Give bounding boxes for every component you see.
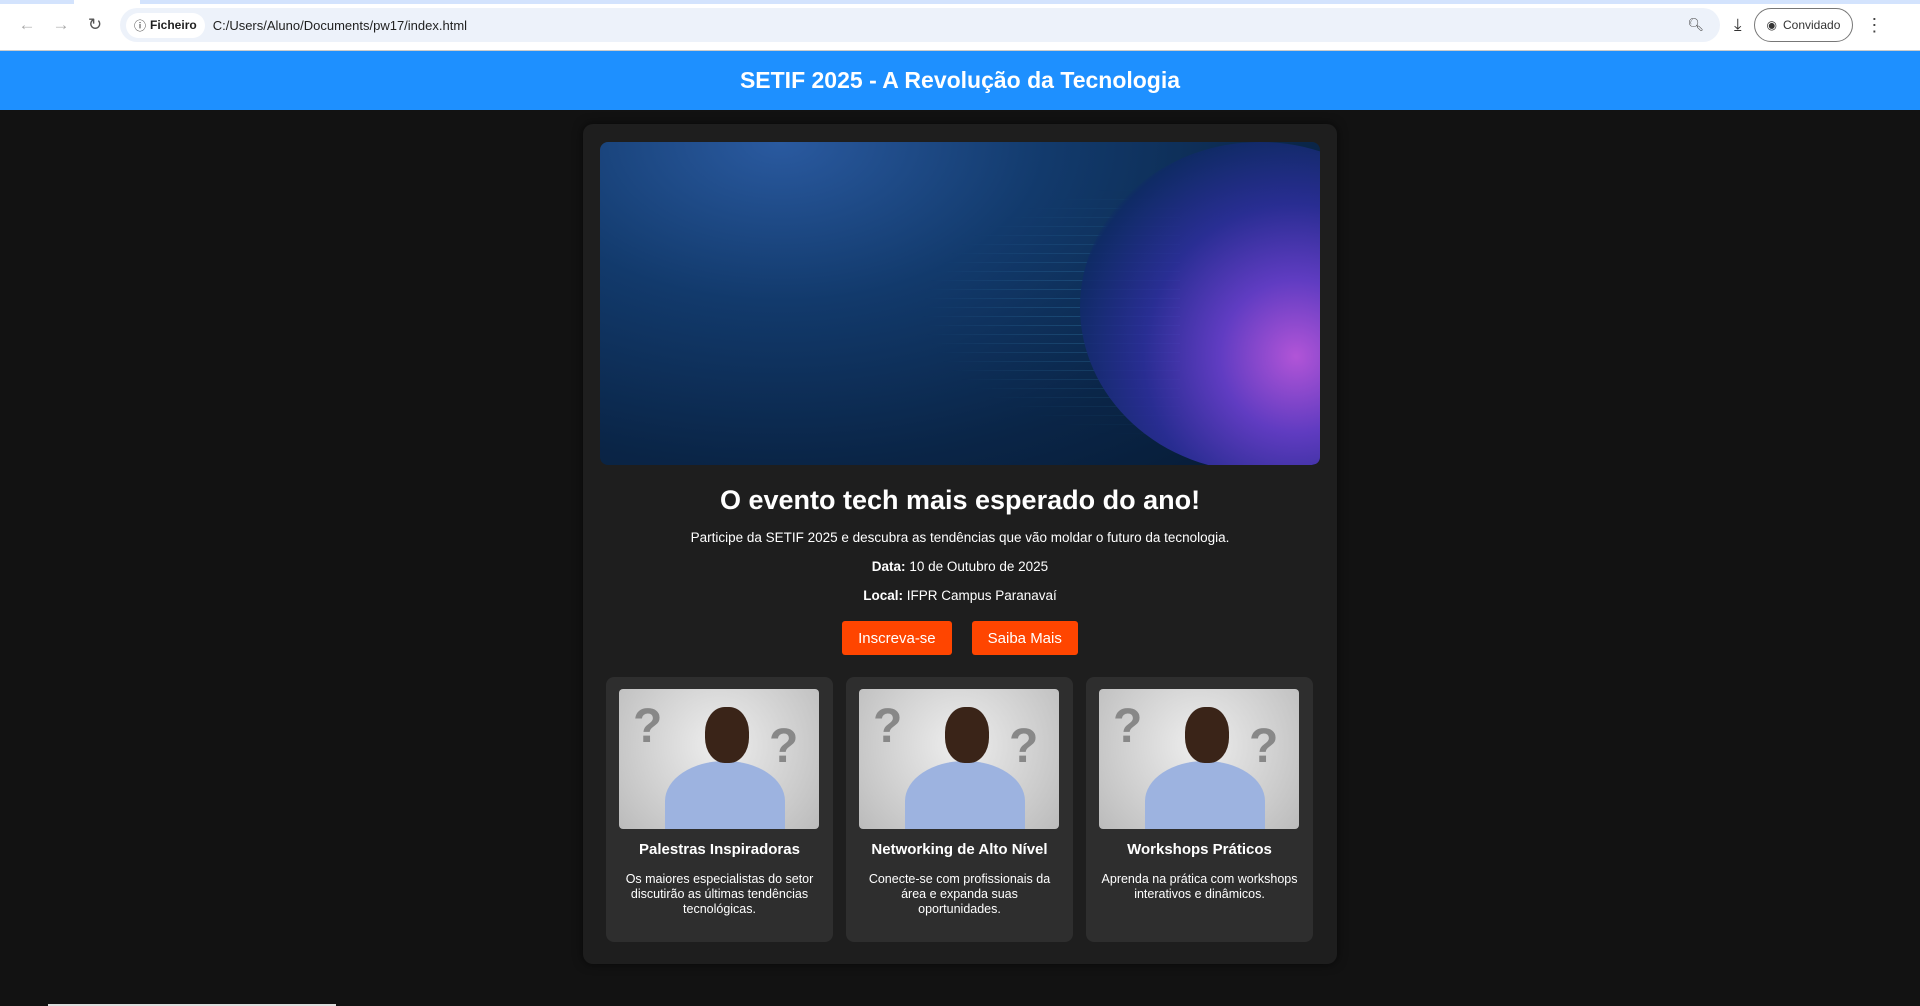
back-icon[interactable]: ← bbox=[10, 15, 44, 35]
profile-button[interactable]: ◉ Convidado bbox=[1753, 8, 1854, 42]
headline: O evento tech mais esperado do ano! bbox=[719, 485, 1201, 515]
url-text[interactable]: C:/Users/Aluno/Documents/pw17/index.html bbox=[213, 18, 467, 33]
forward-icon[interactable]: → bbox=[44, 15, 78, 35]
zoom-icon[interactable]: 🔍︎ bbox=[1687, 17, 1704, 33]
card-image: ?? bbox=[859, 689, 1059, 829]
page-header: SETIF 2025 - A Revolução da Tecnologia bbox=[0, 51, 1920, 110]
card-text: Aprenda na prática com workshops interat… bbox=[1101, 872, 1298, 901]
card-image: ?? bbox=[1099, 689, 1299, 829]
event-date: Data: 10 de Outubro de 2025 bbox=[871, 559, 1049, 574]
subscribe-button[interactable]: Inscreva-se bbox=[842, 621, 952, 655]
menu-icon[interactable]: ⋮ bbox=[1865, 15, 1883, 36]
card-title: Workshops Práticos bbox=[1127, 841, 1272, 858]
hero-image bbox=[600, 142, 1320, 465]
feature-card: ?? Palestras Inspiradoras Os maiores esp… bbox=[606, 677, 833, 942]
site-info-chip[interactable]: ⓘ Ficheiro bbox=[126, 12, 205, 38]
card-text: Conecte-se com profissionais da área e e… bbox=[868, 872, 1051, 916]
card-title: Palestras Inspiradoras bbox=[639, 841, 800, 858]
feature-card: ?? Workshops Práticos Aprenda na prática… bbox=[1086, 677, 1313, 942]
feature-card: ?? Networking de Alto Nível Conecte-se c… bbox=[846, 677, 1073, 942]
address-bar[interactable]: ⓘ Ficheiro C:/Users/Aluno/Documents/pw17/… bbox=[120, 8, 1720, 42]
info-icon: ⓘ bbox=[134, 18, 147, 33]
download-icon[interactable]: ⤓ bbox=[1734, 15, 1742, 35]
intro-text: Participe da SETIF 2025 e descubra as te… bbox=[690, 530, 1230, 545]
main-container: O evento tech mais esperado do ano! Part… bbox=[583, 124, 1337, 964]
page-title: SETIF 2025 - A Revolução da Tecnologia bbox=[739, 67, 1181, 93]
card-text: Os maiores especialistas do setor discut… bbox=[625, 872, 814, 916]
learn-more-button[interactable]: Saiba Mais bbox=[971, 621, 1078, 655]
profile-icon: ◉ bbox=[1766, 18, 1777, 32]
event-location: Local: IFPR Campus Paranavaí bbox=[863, 588, 1057, 603]
card-image: ?? bbox=[619, 689, 819, 829]
card-title: Networking de Alto Nível bbox=[871, 841, 1048, 858]
reload-icon[interactable]: ↻ bbox=[78, 15, 112, 35]
tab-strip bbox=[0, 0, 1920, 4]
browser-toolbar: ← → ↻ ⓘ Ficheiro C:/Users/Aluno/Documents… bbox=[0, 0, 1920, 51]
